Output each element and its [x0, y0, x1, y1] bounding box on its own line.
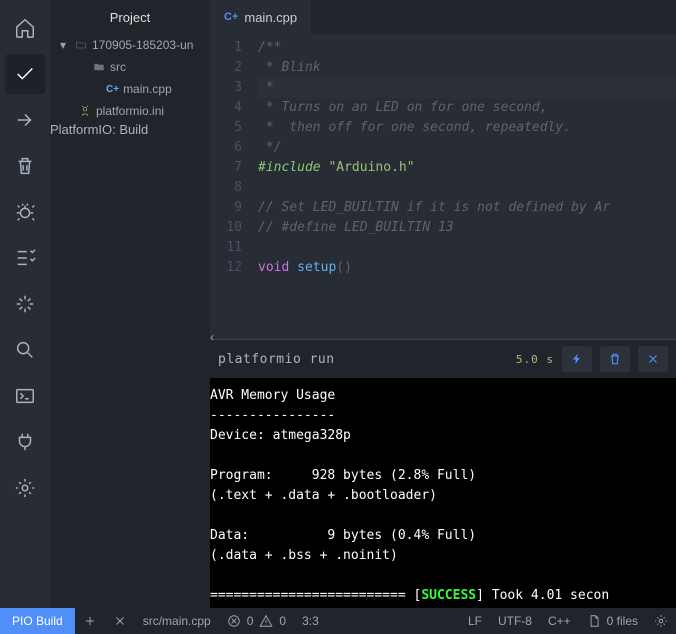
tree-root-label: 170905-185203-un: [92, 38, 193, 52]
activity-bar: [0, 0, 50, 608]
status-gear-icon[interactable]: [646, 608, 676, 634]
build-tooltip: PlatformIO: Build: [50, 122, 210, 137]
status-eol[interactable]: LF: [460, 608, 490, 634]
check-icon[interactable]: [5, 54, 45, 94]
checklist-icon[interactable]: [5, 238, 45, 278]
close-button[interactable]: [638, 346, 668, 372]
project-panel: Project ▾ 170905-185203-un src C+ main.c…: [50, 0, 210, 608]
status-lang[interactable]: C++: [540, 608, 579, 634]
status-add[interactable]: [75, 608, 105, 634]
terminal-output[interactable]: AVR Memory Usage ---------------- Device…: [210, 378, 676, 608]
gear-icon[interactable]: [5, 468, 45, 508]
terminal-cmd: platformio run: [218, 352, 508, 367]
tree-item[interactable]: src: [58, 56, 206, 78]
editor-area: C+ main.cpp 123456789101112 /** * Blink …: [210, 0, 676, 608]
panel-title: Project: [50, 0, 210, 34]
bug-icon[interactable]: [5, 192, 45, 232]
tab-main[interactable]: C+ main.cpp: [210, 0, 311, 34]
home-icon[interactable]: [5, 8, 45, 48]
rerun-button[interactable]: [562, 346, 592, 372]
editor-tabs: C+ main.cpp: [210, 0, 676, 34]
status-bar: PIO Build src/main.cpp 0 0 3:3 LF UTF-8 …: [0, 608, 676, 634]
status-file[interactable]: src/main.cpp: [135, 608, 219, 634]
tree-item[interactable]: platformio.ini: [58, 100, 206, 122]
status-files[interactable]: 0 files: [579, 608, 646, 634]
clear-button[interactable]: [600, 346, 630, 372]
cpp-icon: C+: [224, 11, 238, 23]
terminal-panel: ‹ platformio run 5.0 s AVR Memory Usage …: [210, 339, 676, 608]
terminal-time: 5.0 s: [516, 353, 554, 366]
status-close[interactable]: [105, 608, 135, 634]
search-icon[interactable]: [5, 330, 45, 370]
chevron-left-icon[interactable]: ‹: [210, 330, 230, 344]
tree-item[interactable]: C+ main.cpp: [58, 78, 206, 100]
trash-icon[interactable]: [5, 146, 45, 186]
arrow-icon[interactable]: [5, 100, 45, 140]
plug-icon[interactable]: [5, 422, 45, 462]
status-pio[interactable]: PIO Build: [0, 608, 75, 634]
line-gutter: 123456789101112: [210, 34, 252, 339]
spark-icon[interactable]: [5, 284, 45, 324]
tree-root[interactable]: ▾ 170905-185203-un: [58, 34, 206, 56]
status-errors[interactable]: 0 0: [219, 608, 294, 634]
terminal-icon[interactable]: [5, 376, 45, 416]
code-editor[interactable]: 123456789101112 /** * Blink * * Turns on…: [210, 34, 676, 339]
code-source: /** * Blink * * Turns on an LED on for o…: [252, 34, 676, 339]
status-encoding[interactable]: UTF-8: [490, 608, 540, 634]
tab-label: main.cpp: [244, 10, 297, 25]
status-cursor[interactable]: 3:3: [294, 608, 327, 634]
